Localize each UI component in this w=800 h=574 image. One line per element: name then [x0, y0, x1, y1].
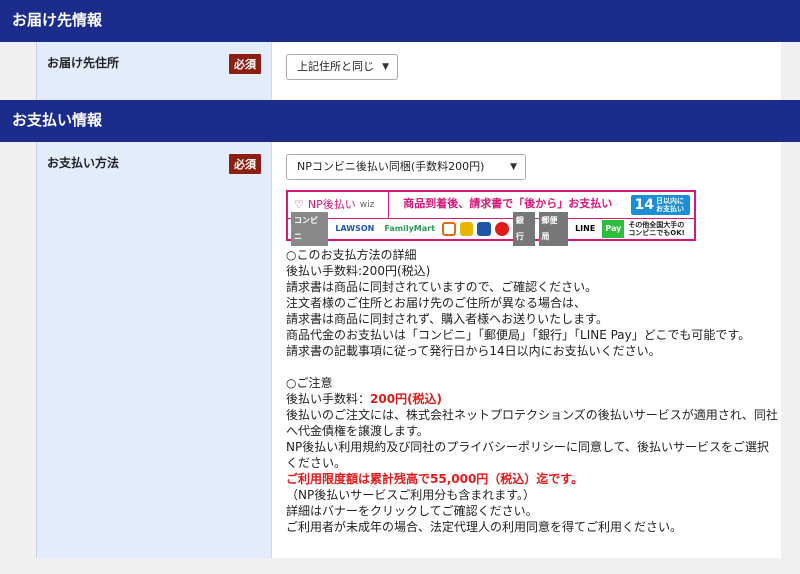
np-tagline: 商品到着後、請求書で「後から」お支払い: [388, 192, 627, 218]
limit-notice: ご利用限度額は累計残高で55,000円（税込）迄です。: [286, 472, 584, 486]
limit-note: （NP後払いサービスご利用分も含まれます。）: [286, 488, 536, 502]
payment-method-row: お支払い方法 必須 NPコンビニ後払い同梱(手数料200円) ▼ ♡ NP後払い…: [36, 142, 781, 558]
np-days-number: 14: [634, 196, 654, 213]
fee-line: 後払い手数料：200円(税込): [286, 391, 781, 407]
pay-logo: Pay: [602, 220, 625, 238]
required-badge: 必須: [229, 54, 261, 74]
details-line: 後払い手数料:200円(税込): [286, 264, 431, 278]
lawson-logo: LAWSON: [335, 224, 375, 233]
delivery-address-select[interactable]: 上記住所と同じ ▼: [286, 54, 398, 80]
payment-method-select[interactable]: NPコンビニ後払い同梱(手数料200円) ▼: [286, 154, 526, 180]
notice-line: NP後払い利用規約及び同社のプライバシーポリシーに同意して、後払いサービスをご選…: [286, 440, 770, 470]
np-days-text: 日以内に お支払い: [656, 197, 684, 213]
np-days-badge: 14 日以内に お支払い: [630, 195, 690, 215]
np-logo-sub: wiz: [359, 200, 375, 210]
familymart-logo: FamilyMart: [384, 224, 435, 233]
payment-method-label-cell: お支払い方法 必須: [37, 142, 272, 558]
payment-method-select-value: NPコンビニ後払い同梱(手数料200円): [297, 160, 485, 173]
post-office-logo: 郵便局: [538, 212, 569, 246]
delivery-address-label-cell: お届け先住所 必須: [37, 42, 272, 100]
payment-section-header: お支払い情報: [0, 100, 800, 142]
payment-details: ○このお支払方法の詳細 後払い手数料:200円(税込) 請求書は商品に同封されて…: [286, 247, 781, 535]
required-badge: 必須: [229, 154, 261, 174]
delivery-address-label: お届け先住所: [47, 56, 120, 70]
details-line: 請求書は商品に同封されず、購入者様へお送りいたします。: [286, 312, 608, 326]
payment-method-label: お支払い方法: [47, 156, 120, 170]
details-line: 注文者様のご住所とお届け先のご住所が異なる場合は、: [286, 296, 587, 310]
convenience-logo: コンビニ: [291, 212, 329, 246]
details-line: 商品代金のお支払いは「コンビニ」「郵便局」「銀行」「LINE Pay」どこでも可…: [286, 328, 751, 342]
notice-title: ○ご注意: [286, 376, 333, 390]
notice-line: 後払いのご注文には、株式会社ネットプロテクションズの後払いサービスが適用され、同…: [286, 408, 778, 438]
delivery-section-header: お届け先情報: [0, 0, 800, 42]
payment-method-value-cell: NPコンビニ後払い同梱(手数料200円) ▼ ♡ NP後払い wiz 商品到着後…: [272, 142, 781, 558]
delivery-address-value-cell: 上記住所と同じ ▼: [272, 42, 781, 100]
delivery-address-row: お届け先住所 必須 上記住所と同じ ▼: [36, 42, 781, 100]
bank-logo: 銀行: [512, 212, 535, 246]
banner-note: 詳細はバナーをクリックしてご確認ください。: [286, 504, 538, 518]
np-logo-text: NP後払い: [307, 198, 356, 211]
ministop-logo-icon: [477, 222, 492, 236]
np-banner-top: ♡ NP後払い wiz 商品到着後、請求書で「後から」お支払い 14 日以内に …: [288, 192, 694, 219]
np-atobarai-banner[interactable]: ♡ NP後払い wiz 商品到着後、請求書で「後から」お支払い 14 日以内に …: [286, 190, 696, 246]
delivery-address-select-value: 上記住所と同じ: [297, 60, 374, 73]
daily-yamazaki-logo-icon: [459, 222, 474, 236]
fee-prefix: 後払い手数料：: [286, 392, 371, 406]
details-line: 請求書は商品に同封されていますので、ご確認ください。: [286, 280, 598, 294]
other-convenience-text: その他全国大手の コンビニでもOK!: [628, 221, 685, 237]
chevron-down-icon: ▼: [510, 162, 517, 172]
np-logo-mark-icon: ♡: [294, 198, 304, 211]
fee-value: 200円(税込): [370, 392, 443, 406]
minor-note: ご利用者が未成年の場合、法定代理人の利用同意を得てご利用ください。: [286, 520, 683, 534]
line-logo: LINE: [575, 224, 596, 233]
seicomart-logo-icon: [495, 222, 509, 236]
np-banner-bottom: コンビニ LAWSON FamilyMart 銀行 郵便局 LINE Pay そ…: [288, 212, 694, 246]
details-line: 請求書の記載事項に従って発行日から14日以内にお支払いください。: [286, 344, 661, 358]
chevron-down-icon: ▼: [382, 62, 389, 72]
seven-eleven-logo-icon: [441, 222, 456, 236]
np-logo: ♡ NP後払い wiz: [288, 197, 388, 213]
details-line: ○このお支払方法の詳細: [286, 248, 417, 262]
